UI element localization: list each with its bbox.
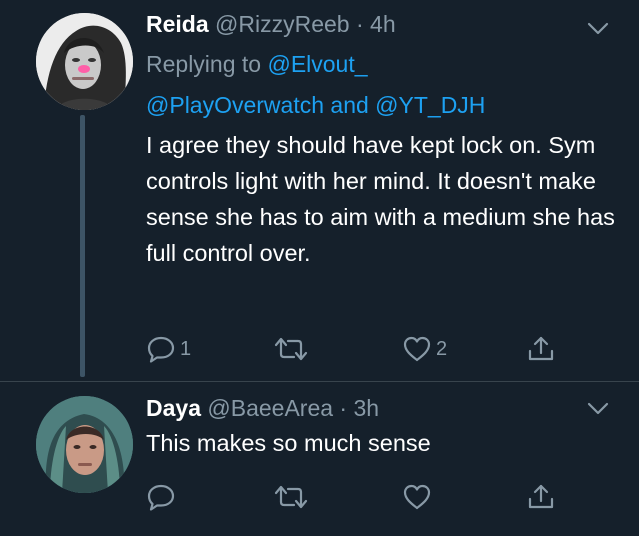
retweet-button[interactable] [274, 481, 312, 513]
user-handle[interactable]: @BaeeArea [207, 395, 333, 421]
avatar[interactable] [36, 13, 133, 110]
display-name[interactable]: Daya [146, 395, 201, 421]
share-button[interactable] [526, 481, 556, 513]
chevron-down-icon[interactable] [587, 22, 609, 36]
reply-icon [147, 484, 175, 511]
replying-user-link[interactable]: @YT_DJH [375, 92, 485, 118]
chevron-down-icon[interactable] [587, 402, 609, 416]
replying-to-continued: @PlayOverwatch and @YT_DJH [146, 88, 485, 122]
thread-line [80, 115, 85, 377]
share-button[interactable] [526, 333, 556, 365]
replying-and: and [330, 92, 369, 118]
replying-to: Replying to @Elvout_ [146, 47, 368, 81]
timestamp[interactable]: 4h [370, 11, 396, 37]
retweet-button[interactable] [274, 333, 312, 365]
like-button[interactable]: 2 [402, 333, 447, 365]
replying-user-link[interactable]: @Elvout_ [267, 51, 367, 77]
heart-icon [403, 484, 431, 510]
avatar[interactable] [36, 396, 133, 493]
reply-count: 1 [180, 337, 192, 360]
tweet-actions [146, 481, 576, 513]
like-button[interactable] [402, 481, 436, 513]
tweet-header: Daya @BaeeArea · 3h [146, 394, 379, 422]
replying-user-link[interactable]: @PlayOverwatch [146, 92, 324, 118]
heart-icon [403, 336, 431, 362]
like-count: 2 [436, 337, 448, 360]
reply-icon [147, 336, 175, 363]
share-icon [528, 336, 554, 361]
display-name[interactable]: Reida [146, 11, 209, 37]
tweet-actions: 1 2 [146, 333, 576, 365]
retweet-icon [274, 337, 308, 361]
user-handle[interactable]: @RizzyReeb [215, 11, 350, 37]
replying-prefix: Replying to [146, 51, 262, 77]
tweet-header: Reida @RizzyReeb · 4h [146, 10, 396, 38]
separator-dot: · [339, 395, 348, 421]
timestamp[interactable]: 3h [353, 395, 379, 421]
reply-button[interactable]: 1 [146, 333, 191, 365]
tweet-text: This makes so much sense [146, 430, 431, 456]
tweet-text: I agree they should have kept lock on. S… [146, 132, 615, 266]
separator-dot: · [355, 11, 364, 37]
share-icon [528, 484, 554, 509]
retweet-icon [274, 485, 308, 509]
reply-button[interactable] [146, 481, 180, 513]
